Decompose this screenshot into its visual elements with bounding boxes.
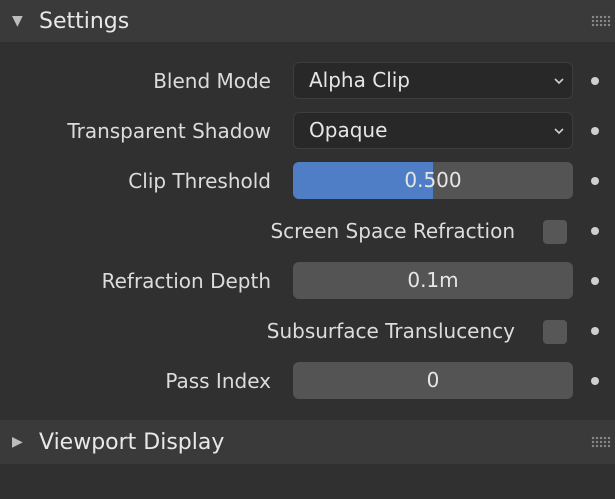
triangle-right-icon: ▶ — [12, 434, 23, 450]
animate-property-dot-icon[interactable] — [591, 127, 599, 135]
triangle-down-icon: ▼ — [12, 13, 23, 29]
animate-property-dot-icon[interactable] — [591, 377, 599, 385]
animate-property-dot-icon[interactable] — [591, 177, 599, 185]
transparent-shadow-dropdown[interactable]: Opaque — [293, 112, 573, 149]
screen-space-refraction-row: Screen Space Refraction — [0, 212, 615, 250]
clip-threshold-row: Clip Threshold 0.500 — [0, 162, 615, 200]
drag-grip-icon[interactable] — [591, 15, 611, 27]
blend-mode-value: Alpha Clip — [309, 68, 410, 92]
pass-index-label: Pass Index — [165, 369, 271, 393]
transparent-shadow-label: Transparent Shadow — [67, 119, 271, 143]
chevron-down-icon — [554, 128, 564, 135]
refraction-depth-row: Refraction Depth 0.1m — [0, 262, 615, 300]
settings-panel-header[interactable]: ▼ Settings — [0, 0, 615, 42]
refraction-depth-value: 0.1m — [407, 268, 459, 292]
clip-threshold-label: Clip Threshold — [128, 169, 271, 193]
animate-property-dot-icon[interactable] — [591, 277, 599, 285]
clip-threshold-value: 0.500 — [404, 168, 462, 192]
viewport-display-panel-title: Viewport Display — [39, 429, 225, 455]
blend-mode-row: Blend Mode Alpha Clip — [0, 62, 615, 100]
subsurface-translucency-checkbox[interactable] — [543, 320, 567, 344]
pass-index-field[interactable]: 0 — [293, 362, 573, 399]
transparent-shadow-row: Transparent Shadow Opaque — [0, 112, 615, 150]
settings-panel-title: Settings — [39, 8, 130, 34]
pass-index-row: Pass Index 0 — [0, 362, 615, 400]
subsurface-translucency-row: Subsurface Translucency — [0, 312, 615, 350]
clip-threshold-slider[interactable]: 0.500 — [293, 162, 573, 199]
refraction-depth-field[interactable]: 0.1m — [293, 262, 573, 299]
refraction-depth-label: Refraction Depth — [101, 269, 271, 293]
animate-property-dot-icon[interactable] — [591, 77, 599, 85]
animate-property-dot-icon[interactable] — [591, 327, 599, 335]
chevron-down-icon — [554, 78, 564, 85]
screen-space-refraction-label[interactable]: Screen Space Refraction — [270, 212, 515, 250]
viewport-display-panel-header[interactable]: ▶ Viewport Display — [0, 420, 615, 464]
pass-index-value: 0 — [426, 368, 440, 392]
drag-grip-icon[interactable] — [591, 436, 611, 448]
animate-property-dot-icon[interactable] — [591, 227, 599, 235]
screen-space-refraction-checkbox[interactable] — [543, 220, 567, 244]
subsurface-translucency-label[interactable]: Subsurface Translucency — [267, 312, 515, 350]
blend-mode-dropdown[interactable]: Alpha Clip — [293, 62, 573, 99]
transparent-shadow-value: Opaque — [309, 118, 388, 142]
blend-mode-label: Blend Mode — [153, 69, 271, 93]
